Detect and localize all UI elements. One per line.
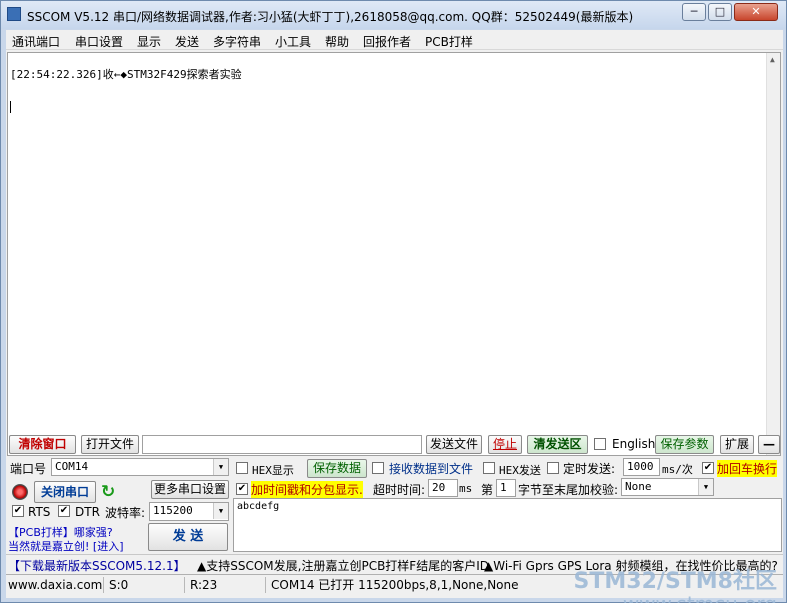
byte-suffix-label: 字节至末尾加校验:: [518, 483, 619, 497]
file-path-input[interactable]: [142, 435, 422, 454]
baud-select[interactable]: 115200 ▼: [149, 502, 229, 521]
menu-item-send[interactable]: 发送: [175, 33, 199, 50]
chevron-down-icon[interactable]: ▼: [213, 503, 228, 519]
send-text-value: abcdefg: [237, 501, 280, 512]
save-params-button[interactable]: 保存参数: [655, 435, 714, 454]
port-status-icon: [12, 484, 28, 500]
dtr-label: DTR: [75, 505, 100, 519]
recv-to-file-checkbox[interactable]: [372, 462, 384, 474]
app-icon: [7, 7, 21, 21]
title-bar: SSCOM V5.12 串口/网络数据调试器,作者:习小猛(大虾丁丁),2618…: [1, 1, 786, 29]
expand-button[interactable]: 扩展: [720, 435, 754, 454]
chevron-down-icon[interactable]: ▼: [698, 479, 713, 495]
interval-unit-label: ms/次: [662, 463, 693, 476]
timestamp-checkbox[interactable]: ✔: [236, 483, 248, 495]
add-crlf-checkbox[interactable]: ✔: [702, 462, 714, 474]
hex-send-label: HEX发送: [499, 464, 541, 477]
port-select[interactable]: COM14 ▼: [51, 458, 229, 476]
receive-scrollbar[interactable]: ▲ ▼: [766, 53, 780, 455]
rts-checkbox[interactable]: ✔: [12, 505, 24, 517]
status-website[interactable]: www.daxia.com: [6, 577, 104, 593]
menu-item-help[interactable]: 帮助: [325, 33, 349, 50]
watermark-line2: www.stmcu.org: [574, 593, 777, 603]
minimize-button[interactable]: ─: [682, 3, 706, 21]
timeout-label: 超时时间:: [373, 483, 426, 497]
ticker-bar: 【下载最新版本SSCOM5.12.1】 ▲支持SSCOM发展,注册嘉立创PCB打…: [6, 554, 783, 572]
add-crlf-label: 加回车换行: [717, 460, 778, 477]
clear-send-button[interactable]: 清发送区: [527, 435, 588, 454]
menu-item-feedback[interactable]: 回报作者: [363, 33, 411, 50]
timestamp-label: 加时间戳和分包显示.: [251, 481, 363, 498]
text-caret: [10, 101, 11, 113]
receive-area[interactable]: [22:54:22.326]收←◆STM32F429探索者实验 ▲ ▼: [7, 52, 781, 456]
rts-label: RTS: [28, 505, 51, 519]
timeout-input[interactable]: 20: [428, 479, 458, 497]
english-label: English: [612, 437, 656, 451]
more-serial-settings-button[interactable]: 更多串口设置: [151, 480, 229, 499]
port-select-value: COM14: [55, 460, 89, 473]
close-port-button[interactable]: 关闭串口: [34, 481, 96, 503]
client-area: 通讯端口 串口设置 显示 发送 多字符串 小工具 帮助 回报作者 PCB打样 […: [6, 30, 783, 603]
window-title: SSCOM V5.12 串口/网络数据调试器,作者:习小猛(大虾丁丁),2618…: [27, 10, 634, 24]
maximize-button[interactable]: □: [708, 3, 732, 21]
english-checkbox[interactable]: [594, 438, 606, 450]
checksum-select[interactable]: None ▼: [621, 478, 714, 496]
clear-window-button[interactable]: 清除窗口: [9, 435, 76, 454]
send-text-area[interactable]: abcdefg: [233, 498, 782, 552]
send-button[interactable]: 发 送: [148, 523, 228, 551]
pcb-ad-line2[interactable]: 当然就是嘉立创! [进入]: [8, 538, 124, 554]
baud-select-value: 115200: [153, 504, 193, 517]
interval-input[interactable]: 1000: [623, 458, 660, 476]
open-file-button[interactable]: 打开文件: [81, 435, 139, 454]
status-received-count: R:23: [188, 577, 266, 593]
menu-bar: 通讯端口 串口设置 显示 发送 多字符串 小工具 帮助 回报作者 PCB打样: [6, 30, 783, 50]
receive-line: [22:54:22.326]收←◆STM32F429探索者实验: [10, 68, 242, 81]
hex-display-label: HEX显示: [252, 464, 294, 477]
hex-display-checkbox[interactable]: [236, 462, 248, 474]
collapse-button[interactable]: —: [758, 435, 780, 454]
byte-index-input[interactable]: 1: [496, 479, 516, 497]
chevron-down-icon[interactable]: ▼: [213, 459, 228, 475]
close-button[interactable]: ✕: [734, 3, 778, 21]
byte-prefix-label: 第: [481, 483, 494, 497]
menu-item-serial-settings[interactable]: 串口设置: [75, 33, 123, 50]
menu-item-port[interactable]: 通讯端口: [12, 33, 60, 50]
dtr-checkbox[interactable]: ✔: [58, 505, 70, 517]
baud-label: 波特率:: [105, 506, 146, 520]
scroll-up-icon[interactable]: ▲: [770, 55, 775, 64]
status-sent-count: S:0: [107, 577, 185, 593]
menu-item-tools[interactable]: 小工具: [275, 33, 311, 50]
timeout-unit-label: ms: [459, 482, 473, 495]
menu-item-pcb[interactable]: PCB打样: [425, 33, 473, 50]
timed-send-label: 定时发送:: [563, 462, 616, 476]
save-data-button[interactable]: 保存数据: [307, 459, 367, 478]
stop-button[interactable]: 停止: [488, 435, 522, 454]
status-bar: www.daxia.com S:0 R:23 COM14 已打开 115200b…: [6, 574, 783, 594]
ticker-support-text[interactable]: ▲支持SSCOM发展,注册嘉立创PCB打样F结尾的客户ID.: [197, 557, 493, 572]
ticker-download-link[interactable]: 【下载最新版本SSCOM5.12.1】: [8, 557, 186, 572]
port-label: 端口号: [10, 462, 47, 476]
status-port-state: COM14 已打开 115200bps,8,1,None,None: [271, 578, 519, 592]
recv-to-file-label: 接收数据到文件: [389, 462, 474, 476]
main-window: SSCOM V5.12 串口/网络数据调试器,作者:习小猛(大虾丁丁),2618…: [0, 0, 787, 603]
ticker-wifi-text[interactable]: ▲Wi-Fi Gprs GPS Lora 射频模组，在找性价比最高的?: [484, 557, 778, 572]
timed-send-checkbox[interactable]: [547, 462, 559, 474]
send-file-button[interactable]: 发送文件: [426, 435, 482, 454]
menu-item-display[interactable]: 显示: [137, 33, 161, 50]
checksum-select-value: None: [625, 480, 652, 493]
menu-item-multi-string[interactable]: 多字符串: [213, 33, 261, 50]
hex-send-checkbox[interactable]: [483, 462, 495, 474]
refresh-icon[interactable]: ↻: [101, 482, 115, 502]
